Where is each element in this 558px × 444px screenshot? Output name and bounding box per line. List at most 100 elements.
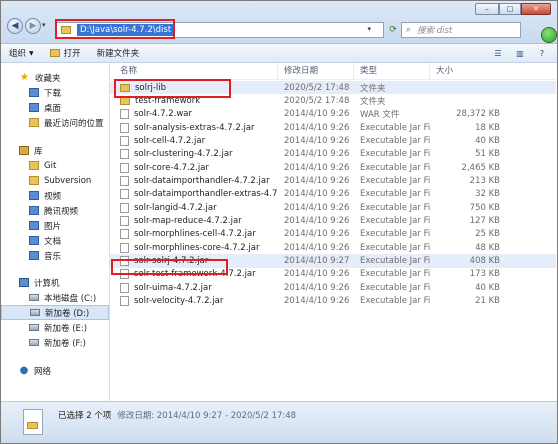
column-headers: 名称 修改日期 类型 大小 bbox=[110, 63, 556, 80]
search-input[interactable]: ⌕ 搜索 dist bbox=[401, 22, 521, 38]
nav-libraries[interactable]: 库 bbox=[1, 143, 109, 158]
file-date: 2014/4/10 9:26 bbox=[284, 189, 350, 200]
file-name: solr-dataimporthandler-extras-4.7.2.jar bbox=[134, 189, 278, 200]
nav-item-videos[interactable]: 视频 bbox=[1, 188, 109, 203]
file-size: 21 KB bbox=[475, 296, 500, 307]
file-name: solr-velocity-4.7.2.jar bbox=[134, 296, 224, 307]
folder-icon bbox=[29, 161, 39, 170]
status-text: 已选择 2 个项 修改日期: 2014/4/10 9:27 - 2020/5/2 … bbox=[58, 409, 296, 421]
preview-pane-button[interactable]: ▥ bbox=[511, 45, 529, 61]
war-file-icon bbox=[120, 109, 129, 120]
open-folder-icon bbox=[49, 49, 60, 57]
nav-network[interactable]: ● 网络 bbox=[1, 363, 109, 378]
address-dropdown-icon[interactable]: ▾ bbox=[367, 25, 371, 33]
file-type: Executable Jar File bbox=[360, 136, 430, 147]
new-folder-button[interactable]: 新建文件夹 bbox=[89, 44, 148, 62]
maximize-button[interactable]: □ bbox=[499, 3, 521, 15]
change-view-button[interactable]: ☰ bbox=[489, 45, 507, 61]
file-row[interactable]: solr-morphlines-core-4.7.2.jar 2014/4/10 … bbox=[110, 241, 556, 254]
column-type[interactable]: 类型 bbox=[354, 63, 430, 79]
drive-icon bbox=[29, 294, 39, 301]
file-type: Executable Jar File bbox=[360, 122, 430, 133]
column-size[interactable]: 大小 bbox=[430, 63, 510, 79]
window-controls: – □ ✕ bbox=[475, 3, 555, 17]
file-size: 40 KB bbox=[475, 136, 500, 147]
nav-computer[interactable]: 计算机 bbox=[1, 275, 109, 290]
nav-item-drive-d[interactable]: 新加卷 (D:) bbox=[1, 305, 109, 320]
file-type: Executable Jar File bbox=[360, 162, 430, 173]
file-row[interactable]: solr-4.7.2.war 2014/4/10 9:26 WAR 文件 28,372… bbox=[110, 108, 556, 121]
nav-favorites[interactable]: ★ 收藏夹 bbox=[1, 70, 109, 85]
file-row[interactable]: solr-clustering-4.7.2.jar 2014/4/10 9:26 E… bbox=[110, 148, 556, 161]
file-name: solr-uima-4.7.2.jar bbox=[134, 282, 212, 293]
nav-network-label: 网络 bbox=[34, 366, 52, 377]
star-icon: ★ bbox=[20, 72, 29, 83]
desktop-icon bbox=[29, 103, 39, 112]
file-name-cell: solr-map-reduce-4.7.2.jar bbox=[110, 216, 278, 227]
back-button[interactable]: ◀ bbox=[7, 18, 23, 34]
nav-item-documents[interactable]: 文档 bbox=[1, 233, 109, 248]
file-row[interactable]: solr-langid-4.7.2.jar 2014/4/10 9:26 Execu… bbox=[110, 201, 556, 214]
jar-file-icon bbox=[120, 149, 129, 160]
nav-item-drive-f[interactable]: 新加卷 (F:) bbox=[1, 335, 109, 350]
file-size: 750 KB bbox=[469, 202, 500, 213]
nav-item-subversion[interactable]: Subversion bbox=[1, 173, 109, 188]
nav-item-drive-e[interactable]: 新加卷 (E:) bbox=[1, 320, 109, 335]
file-type: WAR 文件 bbox=[360, 110, 400, 121]
file-row[interactable]: solr-morphlines-cell-4.7.2.jar 2014/4/10 … bbox=[110, 228, 556, 241]
nav-item-pictures[interactable]: 图片 bbox=[1, 218, 109, 233]
column-date[interactable]: 修改日期 bbox=[278, 63, 354, 79]
file-name: solr-morphlines-core-4.7.2.jar bbox=[134, 242, 260, 253]
new-folder-label: 新建文件夹 bbox=[96, 49, 140, 59]
column-name[interactable]: 名称 bbox=[110, 63, 278, 79]
file-row[interactable]: solr-dataimporthandler-extras-4.7.2.jar 2… bbox=[110, 188, 556, 201]
open-label: 打开 bbox=[63, 49, 81, 59]
file-type: Executable Jar File bbox=[360, 242, 430, 253]
nav-item-git[interactable]: Git bbox=[1, 158, 109, 173]
minimize-button[interactable]: – bbox=[475, 3, 499, 15]
nav-item-label: 视频 bbox=[44, 191, 62, 202]
nav-item-music[interactable]: 音乐 bbox=[1, 248, 109, 263]
file-name: solr-core-4.7.2.jar bbox=[134, 162, 209, 173]
file-name-cell: solr-morphlines-cell-4.7.2.jar bbox=[110, 229, 278, 240]
file-row[interactable]: solr-core-4.7.2.jar 2014/4/10 9:26 Executa… bbox=[110, 161, 556, 174]
open-button[interactable]: 打开 bbox=[42, 44, 89, 62]
nav-item-recent[interactable]: 最近访问的位置 bbox=[1, 115, 109, 130]
nav-item-tencent-video[interactable]: 腾讯视频 bbox=[1, 203, 109, 218]
file-row[interactable]: solr-cell-4.7.2.jar 2014/4/10 9:26 Executa… bbox=[110, 134, 556, 147]
refresh-button[interactable]: ⟳ bbox=[385, 22, 401, 38]
nav-item-desktop[interactable]: 桌面 bbox=[1, 100, 109, 115]
library-icon bbox=[19, 146, 29, 155]
nav-item-drive-c[interactable]: 本地磁盘 (C:) bbox=[1, 290, 109, 305]
organize-menu[interactable]: 组织 ▼ bbox=[1, 44, 42, 62]
jar-file-icon bbox=[120, 216, 129, 227]
file-type: Executable Jar File bbox=[360, 282, 430, 293]
jar-file-icon bbox=[120, 202, 129, 213]
forward-button[interactable]: ▶ bbox=[25, 18, 41, 34]
jar-file-icon bbox=[120, 122, 129, 133]
file-name: solr-langid-4.7.2.jar bbox=[134, 202, 217, 213]
file-date: 2014/4/10 9:26 bbox=[284, 242, 350, 253]
recent-pages-dropdown[interactable]: ▾ bbox=[42, 21, 50, 31]
downloads-icon bbox=[29, 88, 39, 97]
jar-file-icon bbox=[120, 176, 129, 187]
file-row[interactable]: solr-uima-4.7.2.jar 2014/4/10 9:26 Executa… bbox=[110, 281, 556, 294]
file-name: solr-clustering-4.7.2.jar bbox=[134, 149, 233, 160]
nav-item-downloads[interactable]: 下载 bbox=[1, 85, 109, 100]
nav-item-label: 文档 bbox=[44, 236, 62, 247]
file-size: 32 KB bbox=[475, 189, 500, 200]
nav-item-label: 本地磁盘 (C:) bbox=[44, 293, 97, 304]
file-type: Executable Jar File bbox=[360, 149, 430, 160]
annotation-box-solrj-lib bbox=[114, 79, 231, 98]
file-row[interactable]: solr-analysis-extras-4.7.2.jar 2014/4/10 … bbox=[110, 121, 556, 134]
file-size: 408 KB bbox=[469, 256, 500, 267]
help-button[interactable]: ? bbox=[533, 45, 551, 61]
file-row[interactable]: solr-velocity-4.7.2.jar 2014/4/10 9:26 Exe… bbox=[110, 295, 556, 308]
annotation-box-solrj-jar bbox=[111, 259, 228, 275]
close-button[interactable]: ✕ bbox=[521, 3, 551, 15]
file-type: 文件夹 bbox=[360, 83, 386, 94]
file-row[interactable]: solr-map-reduce-4.7.2.jar 2014/4/10 9:26 E… bbox=[110, 214, 556, 227]
file-type: Executable Jar File bbox=[360, 296, 430, 307]
file-type: 文件夹 bbox=[360, 97, 386, 108]
file-row[interactable]: solr-dataimporthandler-4.7.2.jar 2014/4/1… bbox=[110, 174, 556, 187]
